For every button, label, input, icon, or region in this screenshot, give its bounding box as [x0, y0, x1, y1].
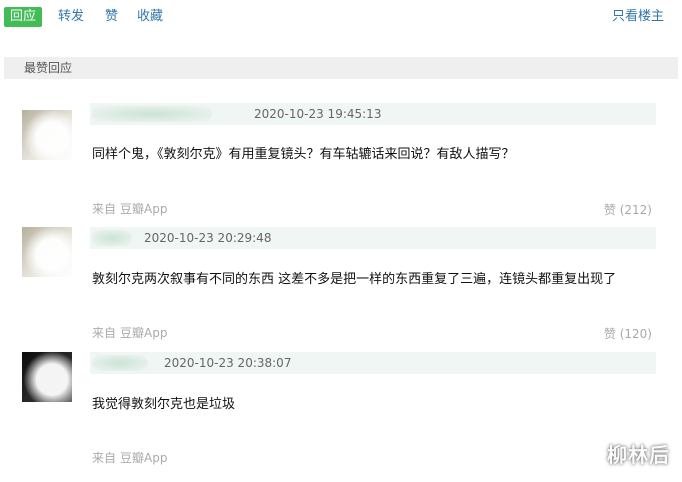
avatar[interactable] — [22, 352, 72, 402]
source-app-link[interactable]: 豆瓣App — [120, 451, 167, 465]
collect-link[interactable]: 收藏 — [137, 7, 163, 27]
comment-meta: 2020-10-23 20:38:07 — [90, 352, 656, 374]
avatar[interactable] — [22, 227, 72, 277]
forward-link[interactable]: 转发 — [58, 7, 84, 27]
username-redacted[interactable] — [92, 230, 132, 246]
vote-button[interactable]: 赞 (120) — [604, 325, 652, 342]
source-prefix: 来自 — [92, 326, 117, 340]
action-bar: 回应 转发 赞 收藏 只看楼主 — [0, 0, 682, 34]
section-title: 最赞回应 — [4, 57, 678, 79]
source-prefix: 来自 — [92, 202, 117, 216]
comment-time: 2020-10-23 20:38:07 — [164, 356, 292, 370]
comment-meta: 2020-10-23 20:29:48 — [90, 227, 656, 249]
vote-button[interactable]: 赞 (212) — [604, 201, 652, 218]
comment-source: 来自 豆瓣App — [92, 449, 171, 466]
comment-time: 2020-10-23 19:45:13 — [254, 107, 382, 121]
source-app-link[interactable]: 豆瓣App — [120, 326, 167, 340]
comment-text: 我觉得敦刻尔克也是垃圾 — [92, 397, 236, 412]
source-app-link[interactable]: 豆瓣App — [120, 202, 167, 216]
comment-text: 同样个鬼，《敦刻尔克》有用重复镜头？有车轱辘话来回说？有敌人描写？ — [92, 147, 515, 162]
like-link[interactable]: 赞 — [105, 7, 118, 27]
watermark: 柳林后 — [607, 443, 670, 467]
reply-tab[interactable]: 回应 — [4, 7, 43, 27]
comment-source: 来自 豆瓣App — [92, 200, 171, 217]
source-prefix: 来自 — [92, 451, 117, 465]
comment-meta: 2020-10-23 19:45:13 — [90, 103, 656, 125]
username-redacted[interactable] — [92, 106, 212, 122]
comment-source: 来自 豆瓣App — [92, 324, 171, 341]
only-op-link[interactable]: 只看楼主 — [612, 7, 664, 27]
username-redacted[interactable] — [92, 355, 148, 371]
comment-text: 敦刻尔克两次叙事有不同的东西 这差不多是把一样的东西重复了三遍，连镜头都重复出现… — [92, 272, 617, 287]
comment-time: 2020-10-23 20:29:48 — [144, 231, 272, 245]
avatar[interactable] — [22, 110, 72, 160]
